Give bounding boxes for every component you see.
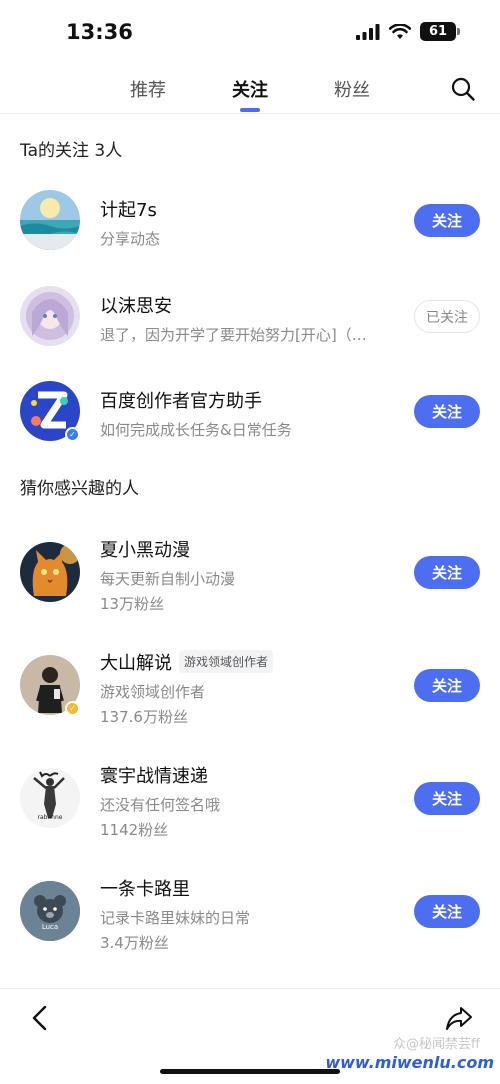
user-name[interactable]: 一条卡路里 bbox=[100, 875, 190, 901]
tab-following[interactable]: 关注 bbox=[232, 76, 268, 102]
user-desc: 还没有任何签名哦 bbox=[100, 796, 221, 814]
user-name[interactable]: 百度创作者官方助手 bbox=[100, 387, 262, 413]
avatar[interactable]: Luca bbox=[20, 881, 80, 941]
back-arrow-icon[interactable] bbox=[26, 1003, 54, 1033]
search-icon[interactable] bbox=[450, 76, 476, 102]
user-name[interactable]: 大山解说 bbox=[100, 649, 172, 675]
avatar[interactable]: rabanne bbox=[20, 768, 80, 828]
user-desc: 退了，因为开学了要开始努力[开心]（… bbox=[100, 326, 367, 344]
list-item[interactable]: Luca 一条卡路里 记录卡路里妹妹的日常 3.4万粉丝 关注 bbox=[0, 861, 500, 971]
suggest-section-title: 猜你感兴趣的人 bbox=[20, 479, 139, 499]
user-desc: 游戏领域创作者 bbox=[100, 683, 206, 701]
verified-badge-icon: ✓ bbox=[65, 427, 80, 442]
fans-count: 1142粉丝 bbox=[100, 821, 169, 839]
follow-button[interactable]: 关注 bbox=[414, 556, 480, 589]
list-item[interactable]: 计起7s 分享动态 关注 bbox=[0, 170, 500, 270]
verified-badge-icon: ✓ bbox=[65, 701, 80, 716]
bottom-toolbar: 众@秘闻禁芸ff www.miwenlu.com bbox=[0, 988, 500, 1084]
follow-button[interactable]: 关注 bbox=[414, 204, 480, 237]
fans-count: 3.4万粉丝 bbox=[100, 934, 169, 952]
list-item[interactable]: ✓ 大山解说 游戏领域创作者 游戏领域创作者 137.6万粉丝 关注 bbox=[0, 635, 500, 745]
wifi-icon bbox=[389, 23, 411, 39]
user-desc: 分享动态 bbox=[100, 230, 161, 248]
status-icons: 61 bbox=[356, 22, 460, 41]
list-item[interactable]: ✓ 百度创作者官方助手 如何完成成长任务&日常任务 关注 bbox=[0, 361, 500, 461]
user-desc: 记录卡路里妹妹的日常 bbox=[100, 909, 251, 927]
top-tabs: 推荐 关注 粉丝 bbox=[0, 66, 500, 114]
battery-level: 61 bbox=[428, 24, 448, 39]
tab-fans[interactable]: 粉丝 bbox=[334, 76, 370, 102]
follow-button[interactable]: 关注 bbox=[414, 669, 480, 702]
watermark: www.miwenlu.com bbox=[325, 1053, 494, 1072]
user-name[interactable]: 夏小黑动漫 bbox=[100, 536, 190, 562]
user-desc: 每天更新自制小动漫 bbox=[100, 570, 236, 588]
tab-recommend[interactable]: 推荐 bbox=[130, 76, 166, 102]
follow-button[interactable]: 关注 bbox=[414, 782, 480, 815]
fans-count: 13万粉丝 bbox=[100, 595, 165, 613]
home-indicator[interactable] bbox=[160, 1069, 340, 1074]
avatar[interactable] bbox=[20, 190, 80, 250]
follow-button[interactable]: 关注 bbox=[414, 895, 480, 928]
avatar[interactable] bbox=[20, 286, 80, 346]
status-bar: 13:36 61 bbox=[0, 0, 500, 66]
avatar-caption: rabanne bbox=[37, 814, 63, 821]
followed-button[interactable]: 已关注 bbox=[414, 300, 480, 333]
battery-icon: 61 bbox=[420, 22, 460, 41]
creator-tag: 游戏领域创作者 bbox=[179, 650, 274, 673]
cellular-signal-icon bbox=[356, 23, 380, 40]
user-name[interactable]: 以沫思安 bbox=[100, 292, 172, 318]
user-desc: 如何完成成长任务&日常任务 bbox=[100, 421, 292, 439]
list-item[interactable]: rabanne 寰宇战情速递 还没有任何签名哦 1142粉丝 关注 bbox=[0, 748, 500, 858]
list-item[interactable]: 夏小黑动漫 每天更新自制小动漫 13万粉丝 关注 bbox=[0, 522, 500, 632]
avatar[interactable] bbox=[20, 542, 80, 602]
follow-button[interactable]: 关注 bbox=[414, 395, 480, 428]
avatar-caption: Luca bbox=[41, 923, 59, 931]
active-tab-indicator bbox=[240, 108, 260, 112]
list-item[interactable]: 以沫思安 退了，因为开学了要开始努力[开心]（… 已关注 bbox=[0, 266, 500, 366]
fans-count: 137.6万粉丝 bbox=[100, 708, 188, 726]
watermark-subtext: 众@秘闻禁芸ff bbox=[393, 1037, 480, 1052]
following-section-title: Ta的关注 3人 bbox=[20, 141, 123, 161]
user-name[interactable]: 寰宇战情速递 bbox=[100, 762, 208, 788]
status-time: 13:36 bbox=[66, 20, 133, 44]
user-name[interactable]: 计起7s bbox=[100, 196, 157, 222]
share-icon[interactable] bbox=[444, 1003, 474, 1033]
